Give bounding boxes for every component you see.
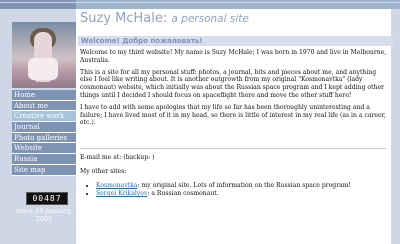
intro-paragraph: This is a site for all my personal stuff… [80, 68, 384, 99]
main-content: Welcome to my third website! My name is … [80, 49, 388, 131]
nav-item-photo-galleries[interactable]: Photo galleries [12, 132, 76, 144]
nav-item-about-me[interactable]: About me [12, 100, 76, 112]
nav-item-home[interactable]: Home [12, 90, 76, 101]
visitor-counter: 00487 [26, 192, 68, 205]
portrait-photo-icon [12, 22, 76, 88]
page-title: Suzy McHale: a personal site [80, 11, 390, 26]
nav-item-label: Journal [14, 123, 40, 132]
nav-item-journal[interactable]: Journal [12, 122, 76, 133]
link-description: : my original site. Lots of information … [137, 181, 351, 189]
list-item: Sergei Krikalyov: a Russian cosmonaut. [96, 190, 388, 198]
content-divider [80, 148, 386, 149]
nav-item-label: Home [14, 91, 36, 99]
nav-item-label: Creative work [14, 112, 65, 121]
photo-skirt-shape [28, 58, 58, 80]
sergei-krikalyov-link[interactable]: Sergei Krikalyov [96, 190, 147, 197]
intro-paragraph: I have to add with some apologies that m… [80, 103, 386, 127]
sidebar-navigation: Home About me Creative work Journal Phot… [12, 90, 76, 176]
contact-section: E-mail me at: (backup: ) My other sites:… [80, 154, 388, 199]
nav-item-label: Site map [14, 165, 46, 174]
welcome-heading-bar: Welcome! Добро пожаловать! [78, 36, 393, 46]
email-line: E-mail me at: (backup: ) [80, 154, 155, 161]
nav-item-website[interactable]: Website [12, 143, 76, 155]
site-subtitle: a personal site [171, 13, 249, 25]
nav-item-creative-work[interactable]: Creative work [12, 111, 76, 123]
other-sites-list: Kosmonavtka: my original site. Lots of i… [80, 182, 388, 199]
link-description: : a Russian cosmonaut. [147, 190, 219, 198]
nav-item-label: Russia [14, 155, 38, 164]
top-banner-highlight-line [0, 2, 400, 3]
kosmonavtka-link[interactable]: Kosmonavtka [96, 182, 137, 189]
other-sites-label: My other sites: [80, 167, 127, 175]
counter-since-label: since 19 January, 2005 [15, 207, 73, 223]
nav-item-russia[interactable]: Russia [12, 154, 76, 165]
nav-item-label: Photo galleries [14, 133, 68, 142]
top-banner-bar [0, 0, 400, 9]
site-title: Suzy McHale: [80, 11, 168, 26]
nav-item-label: About me [14, 101, 49, 110]
nav-item-label: Website [14, 144, 43, 153]
nav-item-site-map[interactable]: Site map [12, 164, 76, 176]
list-item: Kosmonavtka: my original site. Lots of i… [96, 182, 388, 190]
intro-paragraph: Welcome to my third website! My name is … [80, 49, 387, 64]
